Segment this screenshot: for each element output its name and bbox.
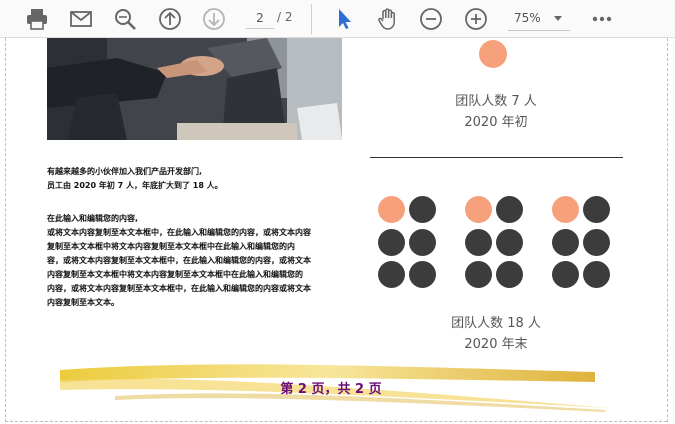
pdf-toolbar: / 2 75%	[0, 0, 675, 38]
body-paragraph: 在此输入和编辑您的内容, 或将文本内容复制至本文本框中，在此输入和编辑您的内容，…	[47, 212, 347, 310]
page-border-bottom	[5, 421, 667, 422]
intro-paragraph: 有越来越多的小伙伴加入我们产品开发部门, 员工由 2020 年初 7 人，年底扩…	[47, 165, 347, 193]
stat1-date: 2020 年初	[464, 115, 528, 130]
handshake-photo	[47, 38, 342, 140]
page-total: / 2	[277, 10, 293, 24]
stat2-label: 团队人数 18 人	[451, 316, 541, 331]
section-divider	[370, 157, 623, 158]
page-footer-text: 第 2 页，共 2 页	[280, 382, 382, 397]
mail-icon[interactable]	[68, 6, 94, 32]
body-line: 内容，或将文本内容复制至本文本框中，在此输入和编辑您的内容或将文本	[47, 284, 311, 293]
dot	[496, 229, 523, 256]
stat-dot-orange	[479, 40, 507, 68]
intro-line: 员工由 2020 年初 7 人，年底扩大到了 18 人。	[47, 181, 223, 190]
dot	[465, 229, 492, 256]
stat1-label: 团队人数 7 人	[455, 94, 537, 109]
dot	[378, 196, 405, 223]
dot	[496, 261, 523, 288]
page-down-icon[interactable]	[201, 6, 227, 32]
body-line: 在此输入和编辑您的内容,	[47, 214, 139, 223]
zoom-value: 75%	[514, 11, 541, 25]
chevron-down-icon	[554, 16, 562, 21]
page-border-left	[5, 38, 6, 422]
dot	[378, 229, 405, 256]
dot	[552, 261, 579, 288]
search-icon[interactable]	[112, 6, 138, 32]
dot	[465, 261, 492, 288]
zoom-in-icon[interactable]	[463, 6, 489, 32]
intro-line: 有越来越多的小伙伴加入我们产品开发部门,	[47, 167, 203, 176]
body-line: 复制至本文本框中将文本内容复制至本文本框中在此输入和编辑您的内	[47, 242, 295, 251]
toolbar-divider	[311, 4, 312, 34]
printer-icon[interactable]	[24, 6, 50, 32]
dot	[552, 229, 579, 256]
dot	[409, 261, 436, 288]
dot	[409, 196, 436, 223]
page-border-right	[667, 38, 668, 422]
dot	[496, 196, 523, 223]
dot	[583, 196, 610, 223]
dot	[552, 196, 579, 223]
document-page: 有越来越多的小伙伴加入我们产品开发部门, 员工由 2020 年初 7 人，年底扩…	[0, 38, 675, 424]
page-up-icon[interactable]	[157, 6, 183, 32]
page-number-input[interactable]	[246, 7, 274, 29]
select-cursor-icon[interactable]	[332, 6, 358, 32]
dot	[465, 196, 492, 223]
zoom-out-icon[interactable]	[418, 6, 444, 32]
dot	[378, 261, 405, 288]
body-line: 或将文本内容复制至本文本框中，在此输入和编辑您的内容，或将文本内容	[47, 228, 311, 237]
body-line: 内容复制至本文本框中将文本内容复制至本文本框中在此输入和编辑您的	[47, 270, 303, 279]
dot	[583, 261, 610, 288]
zoom-select[interactable]: 75%	[508, 7, 570, 31]
dot	[409, 229, 436, 256]
body-line: 内容复制至本文本。	[47, 298, 119, 307]
body-line: 容，或将文本内容复制至本文本框中，在此输入和编辑您的内容，或将文本	[47, 256, 311, 265]
dot	[583, 229, 610, 256]
more-icon[interactable]	[589, 6, 615, 32]
hand-icon[interactable]	[375, 6, 401, 32]
stat2-date: 2020 年末	[464, 337, 528, 352]
